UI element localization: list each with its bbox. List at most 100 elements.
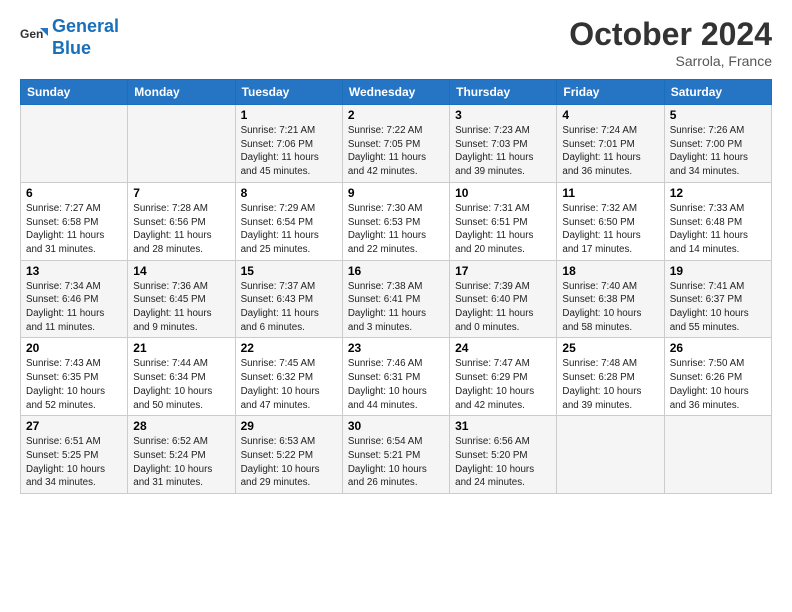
day-info: Sunrise: 7:44 AM Sunset: 6:34 PM Dayligh…	[133, 357, 229, 412]
day-number: 17	[455, 264, 551, 278]
day-number: 6	[26, 186, 122, 200]
day-number: 3	[455, 108, 551, 122]
calendar-cell: 19Sunrise: 7:41 AM Sunset: 6:37 PM Dayli…	[664, 260, 771, 338]
day-number: 28	[133, 419, 229, 433]
day-info: Sunrise: 7:43 AM Sunset: 6:35 PM Dayligh…	[26, 357, 122, 412]
calendar-cell: 29Sunrise: 6:53 AM Sunset: 5:22 PM Dayli…	[235, 416, 342, 494]
calendar-week-row: 6 Sunrise: 7:27 AM Sunset: 6:58 PM Daylig…	[21, 182, 772, 260]
day-number: 4	[562, 108, 658, 122]
day-info: Sunrise: 7:50 AM Sunset: 6:26 PM Dayligh…	[670, 357, 766, 412]
day-info: Sunrise: 7:47 AM Sunset: 6:29 PM Dayligh…	[455, 357, 551, 412]
day-info: Sunrise: 6:53 AM Sunset: 5:22 PM Dayligh…	[241, 435, 337, 490]
calendar-cell	[557, 416, 664, 494]
calendar-cell: 3Sunrise: 7:23 AM Sunset: 7:03 PM Daylig…	[450, 105, 557, 183]
calendar-cell: 23 Sunrise: 7:46 AM Sunset: 6:31 PM Dayli…	[342, 338, 449, 416]
weekday-header: Monday	[128, 80, 235, 105]
calendar-cell: 2 Sunrise: 7:22 AM Sunset: 7:05 PM Daylig…	[342, 105, 449, 183]
day-info: Sunrise: 7:37 AM Sunset: 6:43 PM Dayligh…	[241, 280, 337, 335]
day-number: 8	[241, 186, 337, 200]
day-number: 1	[241, 108, 337, 122]
calendar-cell: 22Sunrise: 7:45 AM Sunset: 6:32 PM Dayli…	[235, 338, 342, 416]
day-info: Sunrise: 7:30 AM Sunset: 6:53 PM Dayligh…	[348, 202, 444, 257]
day-info: Sunrise: 7:28 AM Sunset: 6:56 PM Dayligh…	[133, 202, 229, 257]
day-info: Sunrise: 7:24 AM Sunset: 7:01 PM Dayligh…	[562, 124, 658, 179]
logo-icon: Gen	[20, 24, 48, 52]
day-number: 24	[455, 341, 551, 355]
day-info: Sunrise: 7:26 AM Sunset: 7:00 PM Dayligh…	[670, 124, 766, 179]
day-info: Sunrise: 7:34 AM Sunset: 6:46 PM Dayligh…	[26, 280, 122, 335]
header-row: SundayMondayTuesdayWednesdayThursdayFrid…	[21, 80, 772, 105]
calendar-cell: 24 Sunrise: 7:47 AM Sunset: 6:29 PM Dayli…	[450, 338, 557, 416]
calendar-cell: 17 Sunrise: 7:39 AM Sunset: 6:40 PM Dayli…	[450, 260, 557, 338]
day-info: Sunrise: 7:22 AM Sunset: 7:05 PM Dayligh…	[348, 124, 444, 179]
calendar-cell: 21 Sunrise: 7:44 AM Sunset: 6:34 PM Dayli…	[128, 338, 235, 416]
weekday-header: Tuesday	[235, 80, 342, 105]
calendar-cell: 7Sunrise: 7:28 AM Sunset: 6:56 PM Daylig…	[128, 182, 235, 260]
svg-text:Gen: Gen	[20, 27, 43, 41]
calendar-cell: 5 Sunrise: 7:26 AM Sunset: 7:00 PM Daylig…	[664, 105, 771, 183]
header: Gen General Blue October 2024 Sarrola, F…	[20, 16, 772, 69]
month-title: October 2024	[569, 16, 772, 53]
calendar-cell: 27 Sunrise: 6:51 AM Sunset: 5:25 PM Dayli…	[21, 416, 128, 494]
day-info: Sunrise: 7:41 AM Sunset: 6:37 PM Dayligh…	[670, 280, 766, 335]
logo-text: General Blue	[52, 16, 119, 59]
title-block: October 2024 Sarrola, France	[569, 16, 772, 69]
weekday-header: Friday	[557, 80, 664, 105]
calendar-cell: 8Sunrise: 7:29 AM Sunset: 6:54 PM Daylig…	[235, 182, 342, 260]
day-number: 14	[133, 264, 229, 278]
day-number: 18	[562, 264, 658, 278]
calendar-cell: 1 Sunrise: 7:21 AM Sunset: 7:06 PM Daylig…	[235, 105, 342, 183]
day-number: 13	[26, 264, 122, 278]
day-number: 11	[562, 186, 658, 200]
calendar-cell: 15 Sunrise: 7:37 AM Sunset: 6:43 PM Dayli…	[235, 260, 342, 338]
day-number: 5	[670, 108, 766, 122]
calendar-cell: 4 Sunrise: 7:24 AM Sunset: 7:01 PM Daylig…	[557, 105, 664, 183]
weekday-header: Wednesday	[342, 80, 449, 105]
day-info: Sunrise: 7:32 AM Sunset: 6:50 PM Dayligh…	[562, 202, 658, 257]
calendar-cell: 16Sunrise: 7:38 AM Sunset: 6:41 PM Dayli…	[342, 260, 449, 338]
day-number: 27	[26, 419, 122, 433]
main-container: Gen General Blue October 2024 Sarrola, F…	[0, 0, 792, 506]
calendar-table: SundayMondayTuesdayWednesdayThursdayFrid…	[20, 79, 772, 494]
day-number: 9	[348, 186, 444, 200]
calendar-week-row: 27 Sunrise: 6:51 AM Sunset: 5:25 PM Dayli…	[21, 416, 772, 494]
day-info: Sunrise: 7:38 AM Sunset: 6:41 PM Dayligh…	[348, 280, 444, 335]
calendar-cell: 18 Sunrise: 7:40 AM Sunset: 6:38 PM Dayli…	[557, 260, 664, 338]
weekday-header: Saturday	[664, 80, 771, 105]
calendar-cell: 14 Sunrise: 7:36 AM Sunset: 6:45 PM Dayli…	[128, 260, 235, 338]
day-info: Sunrise: 7:36 AM Sunset: 6:45 PM Dayligh…	[133, 280, 229, 335]
day-number: 21	[133, 341, 229, 355]
calendar-cell	[664, 416, 771, 494]
day-info: Sunrise: 7:33 AM Sunset: 6:48 PM Dayligh…	[670, 202, 766, 257]
location: Sarrola, France	[569, 53, 772, 69]
day-number: 12	[670, 186, 766, 200]
calendar-cell: 31Sunrise: 6:56 AM Sunset: 5:20 PM Dayli…	[450, 416, 557, 494]
day-number: 23	[348, 341, 444, 355]
calendar-week-row: 20Sunrise: 7:43 AM Sunset: 6:35 PM Dayli…	[21, 338, 772, 416]
calendar-cell: 12 Sunrise: 7:33 AM Sunset: 6:48 PM Dayli…	[664, 182, 771, 260]
calendar-week-row: 1 Sunrise: 7:21 AM Sunset: 7:06 PM Daylig…	[21, 105, 772, 183]
day-info: Sunrise: 6:56 AM Sunset: 5:20 PM Dayligh…	[455, 435, 551, 490]
calendar-cell: 13 Sunrise: 7:34 AM Sunset: 6:46 PM Dayli…	[21, 260, 128, 338]
day-info: Sunrise: 7:46 AM Sunset: 6:31 PM Dayligh…	[348, 357, 444, 412]
day-number: 2	[348, 108, 444, 122]
day-number: 25	[562, 341, 658, 355]
day-info: Sunrise: 7:21 AM Sunset: 7:06 PM Dayligh…	[241, 124, 337, 179]
day-info: Sunrise: 7:31 AM Sunset: 6:51 PM Dayligh…	[455, 202, 551, 257]
day-number: 15	[241, 264, 337, 278]
day-info: Sunrise: 7:27 AM Sunset: 6:58 PM Dayligh…	[26, 202, 122, 257]
calendar-cell: 10Sunrise: 7:31 AM Sunset: 6:51 PM Dayli…	[450, 182, 557, 260]
calendar-cell: 11 Sunrise: 7:32 AM Sunset: 6:50 PM Dayli…	[557, 182, 664, 260]
calendar-cell: 26Sunrise: 7:50 AM Sunset: 6:26 PM Dayli…	[664, 338, 771, 416]
calendar-cell: 30 Sunrise: 6:54 AM Sunset: 5:21 PM Dayli…	[342, 416, 449, 494]
logo: Gen General Blue	[20, 16, 119, 59]
day-info: Sunrise: 6:51 AM Sunset: 5:25 PM Dayligh…	[26, 435, 122, 490]
day-info: Sunrise: 7:39 AM Sunset: 6:40 PM Dayligh…	[455, 280, 551, 335]
calendar-cell: 20Sunrise: 7:43 AM Sunset: 6:35 PM Dayli…	[21, 338, 128, 416]
calendar-cell: 6 Sunrise: 7:27 AM Sunset: 6:58 PM Daylig…	[21, 182, 128, 260]
day-info: Sunrise: 6:54 AM Sunset: 5:21 PM Dayligh…	[348, 435, 444, 490]
day-number: 30	[348, 419, 444, 433]
day-info: Sunrise: 7:40 AM Sunset: 6:38 PM Dayligh…	[562, 280, 658, 335]
calendar-week-row: 13 Sunrise: 7:34 AM Sunset: 6:46 PM Dayli…	[21, 260, 772, 338]
day-info: Sunrise: 6:52 AM Sunset: 5:24 PM Dayligh…	[133, 435, 229, 490]
